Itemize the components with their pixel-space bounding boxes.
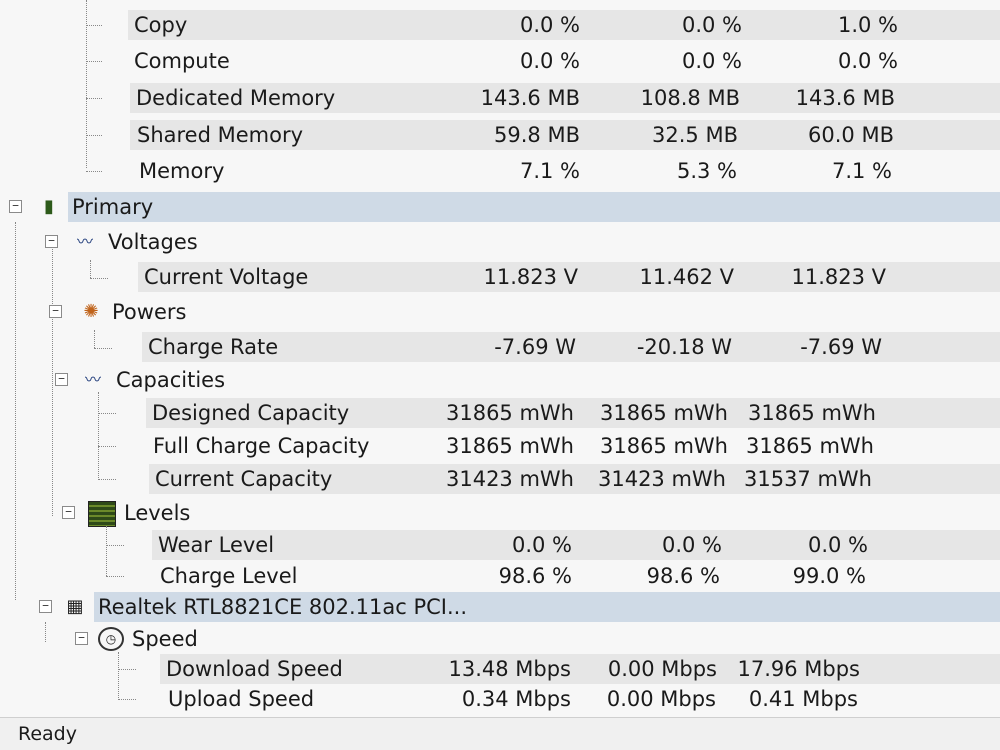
sensor-label: Shared Memory [137, 123, 304, 147]
device-label: Realtek RTL8821CE 802.11ac PCI... [98, 595, 468, 619]
sensor-row-wear-level[interactable]: Wear Level 0.0 % 0.0 % 0.0 % [0, 528, 1000, 562]
sensor-value-current: 31865 mWh [445, 401, 574, 425]
sensor-value-current: 31423 mWh [445, 467, 574, 491]
sensor-row-charge-level[interactable]: Charge Level 98.6 % 98.6 % 99.0 % [0, 559, 1000, 593]
sensor-label: Current Capacity [155, 467, 333, 491]
collapse-toggle[interactable]: − [49, 305, 62, 318]
sensor-value-max: 17.96 Mbps [737, 657, 860, 681]
sensor-value-min: 31865 mWh [599, 401, 728, 425]
category-row-levels[interactable]: − Levels [0, 496, 1000, 530]
sensor-row-copy[interactable]: Copy 0.0 % 0.0 % 1.0 % [0, 8, 1000, 42]
status-bar: Ready [0, 717, 1000, 750]
sensor-label: Current Voltage [144, 265, 309, 289]
sensor-row-shared-memory[interactable]: Shared Memory 59.8 MB 32.5 MB 60.0 MB [0, 118, 1000, 152]
sensor-value-min: 31865 mWh [599, 434, 728, 458]
sensor-value-min: 0.0 % [681, 13, 742, 37]
sensor-label: Memory [139, 159, 225, 183]
sensor-label: Designed Capacity [152, 401, 350, 425]
sensor-label: Upload Speed [168, 687, 315, 711]
category-label: Speed [132, 627, 198, 651]
sensor-value-max: 31865 mWh [745, 434, 874, 458]
sensor-value-current: -7.69 W [494, 335, 576, 359]
category-row-speed[interactable]: − ◷ Speed [0, 622, 1000, 656]
sensor-row-current-capacity[interactable]: Current Capacity 31423 mWh 31423 mWh 315… [0, 462, 1000, 496]
category-row-capacities[interactable]: − 〰 Capacities [0, 363, 1000, 397]
power-icon: ✺ [83, 301, 99, 322]
sensor-value-max: 11.823 V [791, 265, 886, 289]
sensor-row-compute[interactable]: Compute 0.0 % 0.0 % 0.0 % [0, 44, 1000, 78]
collapse-toggle[interactable]: − [39, 600, 52, 613]
sensor-value-max: -7.69 W [800, 335, 882, 359]
sensor-row-memory[interactable]: Memory 7.1 % 5.3 % 7.1 % [0, 154, 1000, 188]
category-row-powers[interactable]: − ✺ Powers [0, 295, 1000, 329]
sensor-value-min: 32.5 MB [652, 123, 738, 147]
sensor-row-download-speed[interactable]: Download Speed 13.48 Mbps 0.00 Mbps 17.9… [0, 652, 1000, 686]
sensor-value-min: 31423 mWh [597, 467, 726, 491]
category-label: Voltages [108, 230, 198, 254]
sensor-value-current: 7.1 % [519, 159, 580, 183]
sensor-row-full-charge-capacity[interactable]: Full Charge Capacity 31865 mWh 31865 mWh… [0, 429, 1000, 463]
voltage-graph-icon: 〰 [76, 232, 93, 251]
sensor-label: Dedicated Memory [136, 86, 336, 110]
collapse-toggle[interactable]: − [62, 506, 75, 519]
device-row-realtek[interactable]: − ▦ Realtek RTL8821CE 802.11ac PCI... [0, 590, 1000, 624]
sensor-value-current: 31865 mWh [445, 434, 574, 458]
collapse-toggle[interactable]: − [55, 373, 68, 386]
category-label: Powers [112, 300, 187, 324]
sensor-row-upload-speed[interactable]: Upload Speed 0.34 Mbps 0.00 Mbps 0.41 Mb… [0, 682, 1000, 716]
sensor-value-max: 60.0 MB [808, 123, 894, 147]
sensor-value-max: 143.6 MB [795, 86, 895, 110]
category-label: Levels [124, 501, 191, 525]
sensor-label: Wear Level [158, 533, 275, 557]
sensor-value-max: 0.41 Mbps [748, 687, 858, 711]
sensor-label: Copy [134, 13, 188, 37]
sensor-value-max: 0.0 % [807, 533, 868, 557]
sensor-value-max: 31537 mWh [743, 467, 872, 491]
speed-clock-icon: ◷ [98, 627, 124, 651]
sensor-value-max: 0.0 % [837, 49, 898, 73]
sensor-value-min: 11.462 V [639, 265, 734, 289]
category-label: Capacities [116, 368, 226, 392]
hwmonitor-window: Copy 0.0 % 0.0 % 1.0 % Compute 0.0 % 0.0… [0, 0, 1000, 750]
device-row-primary[interactable]: − ▮ Primary [0, 190, 1000, 224]
sensor-value-max: 31865 mWh [747, 401, 876, 425]
sensor-value-max: 99.0 % [792, 564, 866, 588]
sensor-label: Charge Level [160, 564, 298, 588]
sensor-value-max: 7.1 % [831, 159, 892, 183]
sensor-value-current: 0.0 % [519, 49, 580, 73]
sensor-label: Compute [134, 49, 230, 73]
sensor-value-current: 98.6 % [498, 564, 572, 588]
collapse-toggle[interactable]: − [75, 632, 88, 645]
sensor-value-min: 5.3 % [676, 159, 737, 183]
sensor-value-min: 98.6 % [646, 564, 720, 588]
sensor-row-current-voltage[interactable]: Current Voltage 11.823 V 11.462 V 11.823… [0, 260, 1000, 294]
sensor-label: Charge Rate [148, 335, 279, 359]
collapse-toggle[interactable]: − [45, 235, 58, 248]
sensor-value-current: 0.0 % [519, 13, 580, 37]
sensor-value-min: -20.18 W [636, 335, 732, 359]
sensor-label: Full Charge Capacity [153, 434, 370, 458]
sensor-row-charge-rate[interactable]: Charge Rate -7.69 W -20.18 W -7.69 W [0, 330, 1000, 364]
sensor-value-min: 0.0 % [661, 533, 722, 557]
capacity-graph-icon: 〰 [84, 370, 101, 389]
battery-icon: ▮ [44, 196, 54, 217]
levels-bar-icon [88, 501, 116, 527]
sensor-value-min: 0.0 % [681, 49, 742, 73]
sensor-value-max: 1.0 % [837, 13, 898, 37]
sensor-value-current: 0.0 % [511, 533, 572, 557]
device-label: Primary [72, 195, 154, 219]
network-card-icon: ▦ [66, 596, 84, 617]
sensor-value-current: 59.8 MB [494, 123, 580, 147]
collapse-toggle[interactable]: − [9, 200, 22, 213]
sensor-row-designed-capacity[interactable]: Designed Capacity 31865 mWh 31865 mWh 31… [0, 396, 1000, 430]
sensor-value-current: 11.823 V [483, 265, 578, 289]
sensor-value-current: 143.6 MB [480, 86, 580, 110]
sensor-value-current: 13.48 Mbps [448, 657, 571, 681]
status-text: Ready [18, 723, 77, 745]
category-row-voltages[interactable]: − 〰 Voltages [0, 225, 1000, 259]
sensor-row-dedicated-memory[interactable]: Dedicated Memory 143.6 MB 108.8 MB 143.6… [0, 81, 1000, 115]
sensor-value-min: 108.8 MB [640, 86, 740, 110]
sensor-label: Download Speed [166, 657, 343, 681]
